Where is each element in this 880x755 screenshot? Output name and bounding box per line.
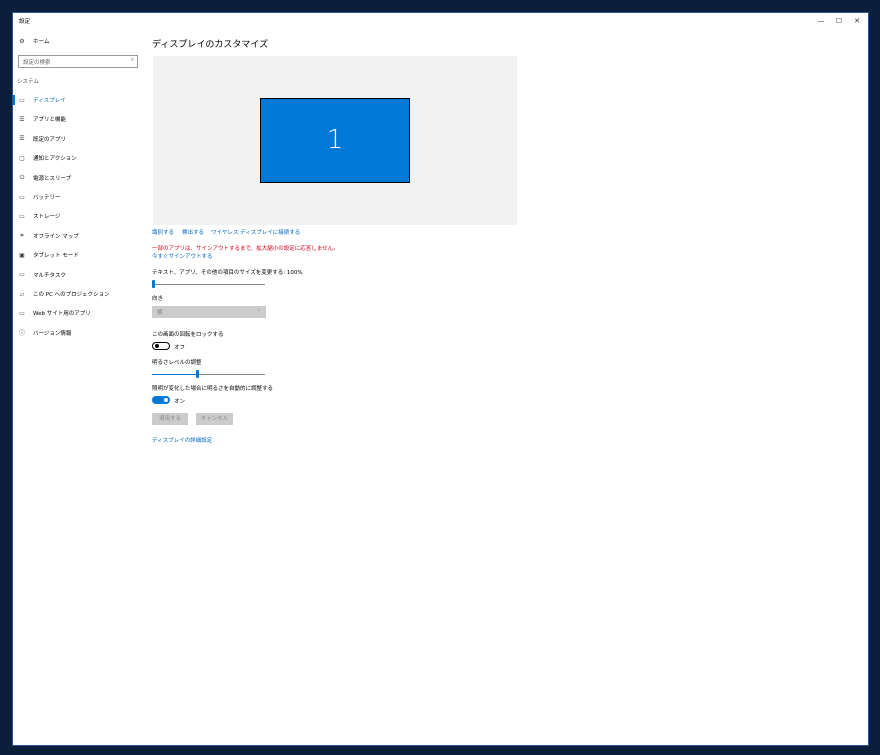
gear-icon: ⚙ bbox=[19, 37, 25, 45]
wireless-display-link[interactable]: ワイヤレス ディスプレイに接続する bbox=[211, 228, 300, 236]
sidebar-item-5[interactable]: ▭ バッテリー bbox=[17, 190, 61, 204]
minimize-button[interactable]: — bbox=[812, 15, 830, 27]
multitask-icon: ▭ bbox=[19, 271, 25, 279]
rotation-lock-toggle[interactable] bbox=[152, 342, 170, 350]
sidebar-item-label: 既定のアプリ bbox=[33, 136, 67, 143]
sidebar-item-8[interactable]: ▣ タブレット モード bbox=[17, 248, 79, 262]
sidebar-item-7[interactable]: ⌗ オフライン マップ bbox=[17, 229, 79, 243]
tablet-icon: ▣ bbox=[19, 251, 25, 259]
title-bar: 設定 — ☐ ✕ bbox=[13, 13, 868, 29]
sidebar-item-label: バージョン情報 bbox=[33, 330, 72, 337]
monitor-1[interactable]: 1 bbox=[260, 98, 410, 183]
rotation-lock-label: この画面の回転をロックする bbox=[152, 332, 224, 338]
default-apps-icon: ☰ bbox=[19, 135, 25, 143]
battery-icon: ▭ bbox=[19, 193, 25, 201]
sidebar-item-label: オフライン マップ bbox=[33, 233, 79, 240]
sidebar-item-label: アプリと機能 bbox=[33, 117, 67, 124]
sidebar-item-2[interactable]: ☰ 既定のアプリ bbox=[17, 132, 66, 146]
notification-icon: ▢ bbox=[19, 154, 25, 162]
sidebar-item-12[interactable]: ⓘ バージョン情報 bbox=[17, 326, 71, 340]
brightness-slider-thumb[interactable] bbox=[196, 370, 199, 378]
scale-slider-track[interactable] bbox=[152, 284, 265, 285]
sidebar-item-label: ホーム bbox=[33, 39, 50, 45]
sidebar-item-label: 電源とスリープ bbox=[33, 175, 72, 182]
monitor-icon: ▭ bbox=[19, 96, 25, 104]
storage-icon: ▭ bbox=[19, 212, 25, 220]
identify-link[interactable]: 識別する bbox=[152, 228, 174, 236]
sidebar-item-label: 通知とアクション bbox=[33, 156, 77, 163]
sidebar-item-10[interactable]: ▱ この PC へのプロジェクション bbox=[17, 287, 110, 301]
apps-list-icon: ☰ bbox=[19, 115, 25, 123]
auto-brightness-label: 照明が変化した場合に明るさを自動的に調整する bbox=[152, 386, 274, 392]
sidebar-item-6[interactable]: ▭ ストレージ bbox=[17, 209, 60, 223]
brightness-label: 明るさレベルの調整 bbox=[152, 360, 202, 366]
sidebar-item-1[interactable]: ☰ アプリと機能 bbox=[17, 112, 66, 126]
sidebar-item-11[interactable]: ▭ Web サイト用のアプリ bbox=[17, 306, 91, 320]
auto-brightness-toggle[interactable] bbox=[152, 396, 170, 404]
chevron-down-icon: ⌄ bbox=[256, 307, 261, 313]
maximize-button[interactable]: ☐ bbox=[830, 15, 848, 27]
sidebar-item-label: ストレージ bbox=[33, 214, 61, 221]
search-input[interactable]: 設定の検索 ⌕ bbox=[18, 55, 138, 68]
sidebar-item-label: ディスプレイ bbox=[33, 98, 66, 104]
projection-icon: ▱ bbox=[19, 290, 25, 298]
detect-link[interactable]: 検出する bbox=[182, 228, 204, 236]
sidebar-item-home[interactable]: ⚙ ホーム bbox=[17, 34, 49, 48]
orientation-value: 横 bbox=[157, 310, 163, 316]
orientation-label: 向き bbox=[152, 296, 164, 302]
sidebar-item-3[interactable]: ▢ 通知とアクション bbox=[17, 151, 77, 165]
map-icon: ⌗ bbox=[20, 231, 24, 239]
info-icon: ⓘ bbox=[18, 330, 25, 338]
sidebar-item-label: マルチタスク bbox=[33, 272, 67, 279]
scale-slider-thumb[interactable] bbox=[152, 280, 155, 288]
rotation-lock-state: オフ bbox=[174, 345, 186, 351]
sidebar-item-9[interactable]: ▭ マルチタスク bbox=[17, 268, 66, 282]
sign-out-link[interactable]: 今すぐサインアウトする bbox=[152, 252, 213, 260]
auto-brightness-state: オン bbox=[174, 399, 186, 405]
sidebar-item-0[interactable]: ▭ ディスプレイ bbox=[17, 93, 66, 107]
power-icon: ⏻ bbox=[19, 173, 25, 181]
sidebar-item-4[interactable]: ⏻ 電源とスリープ bbox=[17, 171, 72, 185]
page-title: ディスプレイのカスタマイズ bbox=[152, 40, 269, 50]
sidebar-item-label: タブレット モード bbox=[33, 253, 79, 260]
search-icon: ⌕ bbox=[130, 57, 134, 63]
sidebar-item-label: Web サイト用のアプリ bbox=[33, 311, 91, 318]
settings-window: 設定 — ☐ ✕ ⚙ ホーム 設定の検索 ⌕ システム ▭ ディスプレイ ☰ アプリと… bbox=[12, 12, 869, 746]
sidebar-item-label: この PC へのプロジェクション bbox=[33, 292, 110, 298]
advanced-display-settings-link[interactable]: ディスプレイの詳細設定 bbox=[152, 436, 212, 444]
selection-indicator bbox=[13, 95, 15, 105]
scaling-warning: 一部のアプリは、サインアウトするまで、拡大縮小の設定に応答しません。 bbox=[152, 246, 339, 252]
apply-button[interactable]: 適用する bbox=[152, 413, 188, 425]
display-preview: 1 bbox=[153, 56, 517, 225]
search-placeholder: 設定の検索 bbox=[23, 60, 51, 66]
web-apps-icon: ▭ bbox=[19, 309, 25, 317]
section-header: システム bbox=[17, 79, 39, 85]
orientation-dropdown[interactable]: 横 ⌄ bbox=[152, 306, 266, 318]
cancel-button[interactable]: キャンセル bbox=[196, 413, 233, 425]
window-title: 設定 bbox=[19, 19, 31, 25]
scale-label: テキスト、アプリ、その他の項目のサイズを変更する: 100% bbox=[152, 270, 303, 276]
brightness-slider-fill bbox=[152, 374, 198, 375]
close-button[interactable]: ✕ bbox=[848, 15, 866, 27]
sidebar-item-label: バッテリー bbox=[33, 195, 61, 201]
